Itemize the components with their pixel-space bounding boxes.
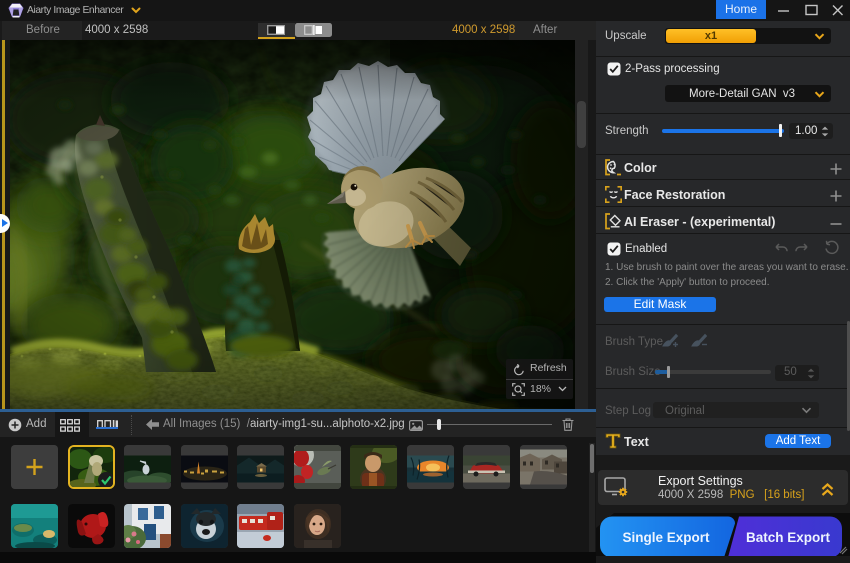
svg-text:Batch Export: Batch Export [746,530,831,545]
svg-text:Single Export: Single Export [622,530,710,545]
